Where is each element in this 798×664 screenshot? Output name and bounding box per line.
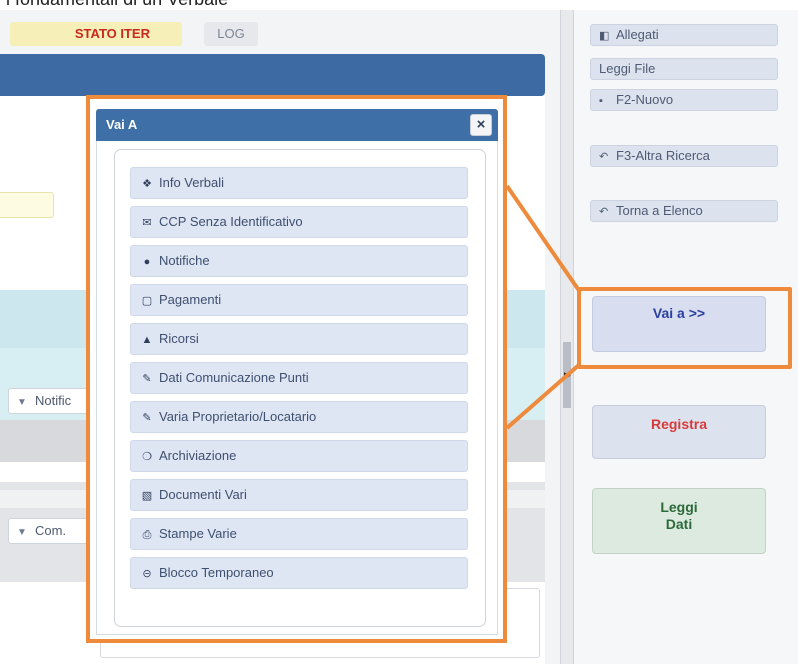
menu-item-label: Documenti Vari [159, 487, 247, 502]
torna-elenco-button[interactable]: ↶ Torna a Elenco [590, 200, 778, 222]
leggi-file-label: Leggi File [599, 61, 656, 76]
close-button[interactable]: × [470, 114, 492, 136]
leggi-dati-button[interactable]: Leggi Dati [592, 488, 766, 554]
pencil-icon: ✎ [142, 412, 152, 424]
menu-item-label: CCP Senza Identificativo [159, 214, 303, 229]
menu-item-label: Varia Proprietario/Locatario [159, 409, 317, 424]
comune-select-value: Com. [35, 523, 67, 538]
registra-button[interactable]: Registra [592, 405, 766, 459]
leggi-dati-label-line1: Leggi [660, 499, 698, 515]
new-file-icon: ▪ [599, 95, 603, 107]
form-header-bar [0, 54, 545, 96]
print-icon: ⎙ [142, 529, 152, 541]
menu-item-archiviazione[interactable]: ❍ Archiviazione [130, 440, 468, 472]
leggi-dati-label-line2: Dati [665, 516, 693, 532]
chevron-down-icon: ▼ [17, 397, 27, 408]
chevron-down-icon: ▼ [17, 527, 27, 538]
warning-icon: ▲ [141, 334, 153, 346]
menu-item-label: Info Verbali [159, 175, 225, 190]
torna-elenco-label: Torna a Elenco [616, 203, 703, 218]
menu-item-stampe-varie[interactable]: ⎙ Stampe Varie [130, 518, 468, 550]
altra-ricerca-label: F3-Altra Ricerca [616, 148, 710, 163]
menu-item-varia-proprietario-locatario[interactable]: ✎ Varia Proprietario/Locatario [130, 401, 468, 433]
splitter-handle[interactable]: ▶ [563, 342, 571, 408]
menu-item-label: Dati Comunicazione Punti [159, 370, 309, 385]
modal-header: Vai A × [96, 109, 498, 141]
archive-icon: ❍ [142, 451, 152, 463]
pencil-icon: ✎ [142, 373, 152, 385]
menu-item-pagamenti[interactable]: ▢ Pagamenti [130, 284, 468, 316]
alert-icon: ● [143, 256, 151, 268]
documents-icon: ▧ [141, 490, 153, 502]
payment-icon: ▢ [141, 295, 153, 307]
panel-splitter[interactable] [560, 10, 574, 664]
page-heading: i fondamentali di un Verbale [6, 0, 228, 10]
modal-title: Vai A [106, 117, 138, 132]
block-icon: ⊝ [142, 568, 152, 580]
menu-item-dati-comunicazione-punti[interactable]: ✎ Dati Comunicazione Punti [130, 362, 468, 394]
back-arrow-icon: ↶ [599, 206, 609, 218]
menu-item-info-verbali[interactable]: ❖ Info Verbali [130, 167, 468, 199]
altra-ricerca-button[interactable]: ↶ F3-Altra Ricerca [590, 145, 778, 167]
notifica-select-value: Notific [35, 393, 72, 408]
menu-item-label: Pagamenti [159, 292, 222, 307]
menu-item-label: Notifiche [159, 253, 210, 268]
splitter-arrow-icon: ▶ [564, 370, 571, 380]
paperclip-icon: ◧ [599, 30, 610, 42]
nuovo-label: F2-Nuovo [616, 92, 674, 107]
menu-item-ccp-senza-identificativo[interactable]: ✉ CCP Senza Identificativo [130, 206, 468, 238]
menu-item-blocco-temporaneo[interactable]: ⊝ Blocco Temporaneo [130, 557, 468, 589]
allegati-label: Allegati [616, 27, 659, 42]
envelope-icon: ✉ [142, 217, 152, 229]
yellow-input-field[interactable] [0, 192, 54, 218]
leggi-file-button[interactable]: Leggi File [590, 58, 778, 80]
tab-log[interactable]: LOG [204, 22, 258, 46]
menu-item-ricorsi[interactable]: ▲ Ricorsi [130, 323, 468, 355]
nuovo-button[interactable]: ▪ F2-Nuovo [590, 89, 778, 111]
menu-item-notifiche[interactable]: ● Notifiche [130, 245, 468, 277]
allegati-button[interactable]: ◧ Allegati [590, 24, 778, 46]
menu-item-label: Archiviazione [159, 448, 237, 463]
back-arrow-icon: ↶ [599, 151, 609, 163]
menu-item-label: Stampe Varie [159, 526, 237, 541]
vai-a-highlight [577, 287, 792, 369]
menu-item-label: Ricorsi [159, 331, 199, 346]
menu-item-documenti-vari[interactable]: ▧ Documenti Vari [130, 479, 468, 511]
menu-item-label: Blocco Temporaneo [159, 565, 274, 580]
tab-stato-iter[interactable]: STATO ITER [10, 22, 182, 46]
info-icon: ❖ [142, 178, 152, 190]
